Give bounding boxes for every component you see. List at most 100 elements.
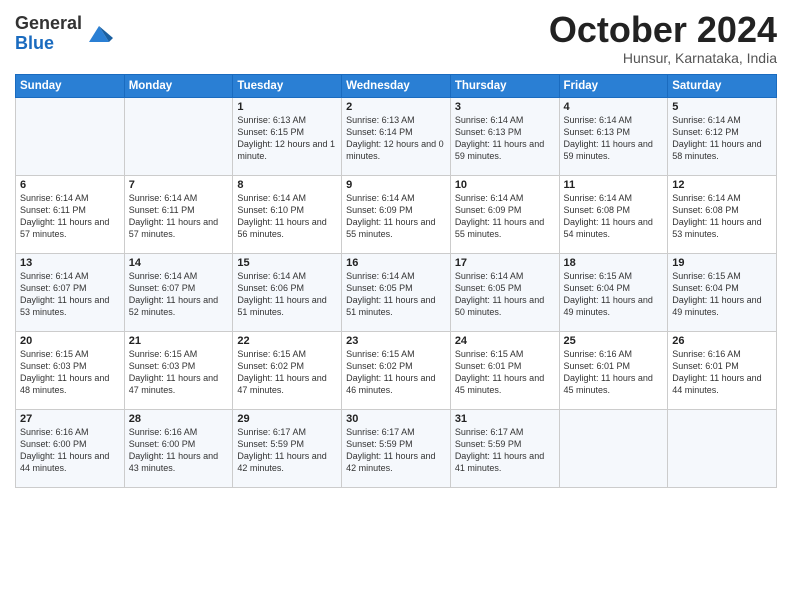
cell-info: Sunrise: 6:16 AMSunset: 6:01 PMDaylight:… xyxy=(672,348,772,397)
calendar-cell: 27Sunrise: 6:16 AMSunset: 6:00 PMDayligh… xyxy=(16,409,125,487)
calendar-page: General Blue October 2024 Hunsur, Karnat… xyxy=(0,0,792,612)
day-number: 14 xyxy=(129,257,229,269)
calendar-cell: 1Sunrise: 6:13 AMSunset: 6:15 PMDaylight… xyxy=(233,97,342,175)
title-block: October 2024 Hunsur, Karnataka, India xyxy=(549,10,777,66)
day-number: 29 xyxy=(237,413,337,425)
cell-info: Sunrise: 6:14 AMSunset: 6:13 PMDaylight:… xyxy=(564,114,664,163)
month-title: October 2024 xyxy=(549,10,777,50)
week-row-5: 27Sunrise: 6:16 AMSunset: 6:00 PMDayligh… xyxy=(16,409,777,487)
day-number: 3 xyxy=(455,101,555,113)
cell-info: Sunrise: 6:15 AMSunset: 6:03 PMDaylight:… xyxy=(20,348,120,397)
day-number: 31 xyxy=(455,413,555,425)
cell-info: Sunrise: 6:14 AMSunset: 6:06 PMDaylight:… xyxy=(237,270,337,319)
week-row-2: 6 Sunrise: 6:14 AMSunset: 6:11 PMDaylight… xyxy=(16,175,777,253)
calendar-cell: 8Sunrise: 6:14 AMSunset: 6:10 PMDaylight… xyxy=(233,175,342,253)
cell-info: Sunrise: 6:16 AMSunset: 6:01 PMDaylight:… xyxy=(564,348,664,397)
calendar-cell xyxy=(668,409,777,487)
day-number: 6 xyxy=(20,179,120,191)
calendar-cell: 26Sunrise: 6:16 AMSunset: 6:01 PMDayligh… xyxy=(668,331,777,409)
cell-info: Sunrise: 6:14 AMSunset: 6:05 PMDaylight:… xyxy=(346,270,446,319)
calendar-cell: 22Sunrise: 6:15 AMSunset: 6:02 PMDayligh… xyxy=(233,331,342,409)
day-number: 15 xyxy=(237,257,337,269)
calendar-cell xyxy=(16,97,125,175)
calendar-cell: 11Sunrise: 6:14 AMSunset: 6:08 PMDayligh… xyxy=(559,175,668,253)
calendar-cell: 16Sunrise: 6:14 AMSunset: 6:05 PMDayligh… xyxy=(342,253,451,331)
day-header-tuesday: Tuesday xyxy=(233,74,342,97)
cell-info: Sunrise: 6:14 AMSunset: 6:08 PMDaylight:… xyxy=(564,192,664,241)
calendar-cell: 9Sunrise: 6:14 AMSunset: 6:09 PMDaylight… xyxy=(342,175,451,253)
calendar-cell: 30Sunrise: 6:17 AMSunset: 5:59 PMDayligh… xyxy=(342,409,451,487)
calendar-cell: 10Sunrise: 6:14 AMSunset: 6:09 PMDayligh… xyxy=(450,175,559,253)
day-number: 7 xyxy=(129,179,229,191)
calendar-cell: 2Sunrise: 6:13 AMSunset: 6:14 PMDaylight… xyxy=(342,97,451,175)
day-header-monday: Monday xyxy=(124,74,233,97)
day-number: 21 xyxy=(129,335,229,347)
day-number: 24 xyxy=(455,335,555,347)
day-number: 9 xyxy=(346,179,446,191)
day-number: 28 xyxy=(129,413,229,425)
day-number: 11 xyxy=(564,179,664,191)
calendar-cell: 14Sunrise: 6:14 AMSunset: 6:07 PMDayligh… xyxy=(124,253,233,331)
cell-info: Sunrise: 6:14 AMSunset: 6:11 PMDaylight:… xyxy=(129,192,229,241)
day-number: 23 xyxy=(346,335,446,347)
week-row-1: 1Sunrise: 6:13 AMSunset: 6:15 PMDaylight… xyxy=(16,97,777,175)
cell-info: Sunrise: 6:14 AMSunset: 6:07 PMDaylight:… xyxy=(129,270,229,319)
day-number: 18 xyxy=(564,257,664,269)
calendar-cell: 19Sunrise: 6:15 AMSunset: 6:04 PMDayligh… xyxy=(668,253,777,331)
cell-info: Sunrise: 6:14 AMSunset: 6:09 PMDaylight:… xyxy=(455,192,555,241)
cell-info: Sunrise: 6:16 AMSunset: 6:00 PMDaylight:… xyxy=(20,426,120,475)
day-number: 1 xyxy=(237,101,337,113)
logo-general: General xyxy=(15,13,82,33)
calendar-cell xyxy=(124,97,233,175)
cell-info: Sunrise: 6:13 AMSunset: 6:14 PMDaylight:… xyxy=(346,114,446,163)
day-header-sunday: Sunday xyxy=(16,74,125,97)
day-number: 13 xyxy=(20,257,120,269)
day-number: 19 xyxy=(672,257,772,269)
cell-info: Sunrise: 6:15 AMSunset: 6:02 PMDaylight:… xyxy=(346,348,446,397)
calendar-cell: 3Sunrise: 6:14 AMSunset: 6:13 PMDaylight… xyxy=(450,97,559,175)
day-number: 26 xyxy=(672,335,772,347)
day-number: 5 xyxy=(672,101,772,113)
day-number: 25 xyxy=(564,335,664,347)
header: General Blue October 2024 Hunsur, Karnat… xyxy=(15,10,777,66)
calendar-cell: 18Sunrise: 6:15 AMSunset: 6:04 PMDayligh… xyxy=(559,253,668,331)
calendar-cell: 4Sunrise: 6:14 AMSunset: 6:13 PMDaylight… xyxy=(559,97,668,175)
cell-info: Sunrise: 6:15 AMSunset: 6:02 PMDaylight:… xyxy=(237,348,337,397)
cell-info: Sunrise: 6:17 AMSunset: 5:59 PMDaylight:… xyxy=(346,426,446,475)
cell-info: Sunrise: 6:15 AMSunset: 6:01 PMDaylight:… xyxy=(455,348,555,397)
day-number: 8 xyxy=(237,179,337,191)
day-header-saturday: Saturday xyxy=(668,74,777,97)
cell-info: Sunrise: 6:14 AMSunset: 6:05 PMDaylight:… xyxy=(455,270,555,319)
cell-info: Sunrise: 6:15 AMSunset: 6:04 PMDaylight:… xyxy=(564,270,664,319)
calendar-cell: 13Sunrise: 6:14 AMSunset: 6:07 PMDayligh… xyxy=(16,253,125,331)
location-subtitle: Hunsur, Karnataka, India xyxy=(549,50,777,66)
cell-info: Sunrise: 6:14 AMSunset: 6:09 PMDaylight:… xyxy=(346,192,446,241)
day-header-thursday: Thursday xyxy=(450,74,559,97)
day-number: 10 xyxy=(455,179,555,191)
day-number: 17 xyxy=(455,257,555,269)
cell-info: Sunrise: 6:15 AMSunset: 6:04 PMDaylight:… xyxy=(672,270,772,319)
day-number: 30 xyxy=(346,413,446,425)
calendar-cell: 25Sunrise: 6:16 AMSunset: 6:01 PMDayligh… xyxy=(559,331,668,409)
day-number: 22 xyxy=(237,335,337,347)
day-number: 12 xyxy=(672,179,772,191)
header-row: SundayMondayTuesdayWednesdayThursdayFrid… xyxy=(16,74,777,97)
day-number: 2 xyxy=(346,101,446,113)
week-row-4: 20Sunrise: 6:15 AMSunset: 6:03 PMDayligh… xyxy=(16,331,777,409)
cell-info: Sunrise: 6:17 AMSunset: 5:59 PMDaylight:… xyxy=(455,426,555,475)
logo-blue: Blue xyxy=(15,33,54,53)
cell-info: Sunrise: 6:16 AMSunset: 6:00 PMDaylight:… xyxy=(129,426,229,475)
day-number: 4 xyxy=(564,101,664,113)
cell-info: Sunrise: 6:14 AMSunset: 6:07 PMDaylight:… xyxy=(20,270,120,319)
calendar-cell: 6Sunrise: 6:14 AMSunset: 6:11 PMDaylight… xyxy=(16,175,125,253)
cell-info: Sunrise: 6:13 AMSunset: 6:15 PMDaylight:… xyxy=(237,114,337,163)
calendar-cell: 5Sunrise: 6:14 AMSunset: 6:12 PMDaylight… xyxy=(668,97,777,175)
calendar-cell: 21Sunrise: 6:15 AMSunset: 6:03 PMDayligh… xyxy=(124,331,233,409)
day-header-friday: Friday xyxy=(559,74,668,97)
calendar-cell: 7Sunrise: 6:14 AMSunset: 6:11 PMDaylight… xyxy=(124,175,233,253)
day-number: 16 xyxy=(346,257,446,269)
calendar-cell: 24Sunrise: 6:15 AMSunset: 6:01 PMDayligh… xyxy=(450,331,559,409)
cell-info: Sunrise: 6:14 AMSunset: 6:12 PMDaylight:… xyxy=(672,114,772,163)
cell-info: Sunrise: 6:14 AMSunset: 6:08 PMDaylight:… xyxy=(672,192,772,241)
calendar-cell: 29Sunrise: 6:17 AMSunset: 5:59 PMDayligh… xyxy=(233,409,342,487)
